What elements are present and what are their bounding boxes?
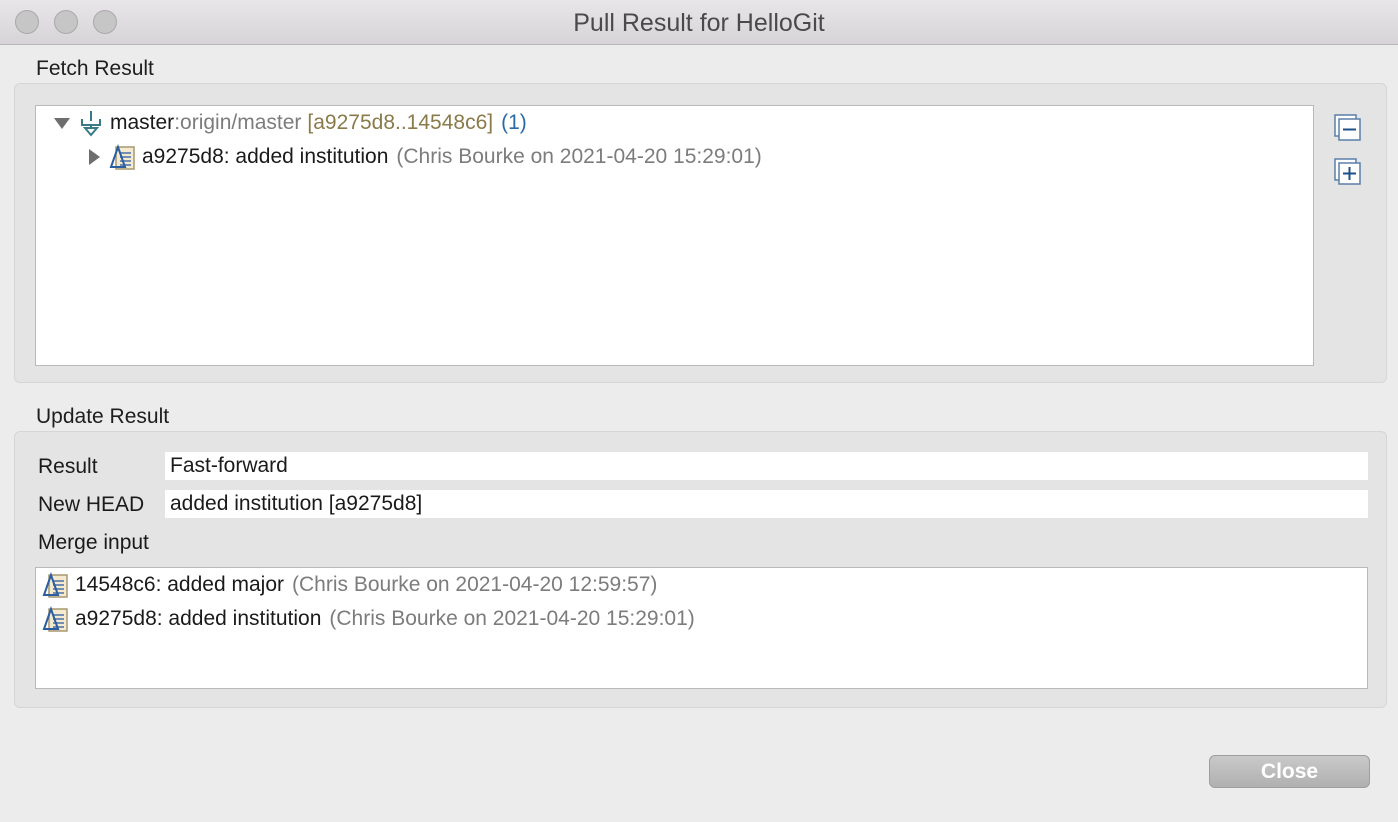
title-bar: Pull Result for HelloGit <box>0 0 1398 45</box>
result-label: Result <box>38 455 98 478</box>
fetch-result-tree[interactable]: master : origin/master [a9275d8..14548c6… <box>35 105 1314 366</box>
pull-result-dialog: Pull Result for HelloGit Fetch Result ma… <box>0 0 1398 822</box>
update-result-label: Update Result <box>36 405 170 428</box>
merge-commit-meta: (Chris Bourke on 2021-04-20 15:29:01) <box>329 607 695 630</box>
result-field[interactable]: Fast-forward <box>165 452 1368 480</box>
remote-branch: origin/master <box>180 111 302 134</box>
commit-icon <box>41 571 71 599</box>
tree-row-commit[interactable]: a9275d8: added institution (Chris Bourke… <box>84 141 762 173</box>
expand-all-icon[interactable] <box>1333 157 1363 187</box>
triangle-down-icon[interactable] <box>52 113 72 133</box>
commit-count: (1) <box>501 111 527 134</box>
merge-commit-meta: (Chris Bourke on 2021-04-20 12:59:57) <box>292 573 658 596</box>
commit-icon <box>41 605 71 633</box>
window-title: Pull Result for HelloGit <box>573 9 825 37</box>
list-item[interactable]: 14548c6: added major (Chris Bourke on 20… <box>41 569 657 601</box>
merge-commit-summary: 14548c6: added major <box>75 573 284 596</box>
close-button[interactable]: Close <box>1209 755 1370 788</box>
new-head-field[interactable]: added institution [a9275d8] <box>165 490 1368 518</box>
commit-summary: a9275d8: added institution <box>142 145 389 168</box>
branch-icon <box>76 109 106 137</box>
merge-input-list[interactable]: 14548c6: added major (Chris Bourke on 20… <box>35 567 1368 689</box>
triangle-right-icon[interactable] <box>84 147 104 167</box>
list-item[interactable]: a9275d8: added institution (Chris Bourke… <box>41 603 695 635</box>
fetch-result-label: Fetch Result <box>36 57 154 80</box>
new-head-label: New HEAD <box>38 493 145 516</box>
merge-commit-summary: a9275d8: added institution <box>75 607 322 630</box>
commit-range: [a9275d8..14548c6] <box>307 111 494 134</box>
collapse-all-icon[interactable] <box>1333 113 1363 143</box>
tree-row-branch[interactable]: master : origin/master [a9275d8..14548c6… <box>52 107 527 139</box>
commit-icon <box>108 143 138 171</box>
merge-input-label: Merge input <box>38 531 149 554</box>
commit-meta: (Chris Bourke on 2021-04-20 15:29:01) <box>396 145 762 168</box>
branch-name: master <box>110 111 175 134</box>
